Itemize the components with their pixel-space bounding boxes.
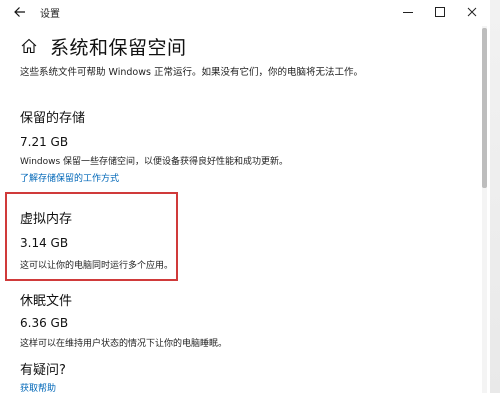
hibernation-file-desc: 这样可以在维持用户状态的情况下让你的电脑睡眠。 <box>20 339 228 349</box>
hibernation-file-title: 休眠文件 <box>20 294 73 309</box>
questions-title: 有疑问? <box>20 363 66 378</box>
reserved-storage-desc: Windows 保留一些存储空间，以便设备获得良好性能和成功更新。 <box>20 157 289 167</box>
scrollbar-thumb[interactable] <box>482 28 487 188</box>
title-bar: 设置 <box>0 0 490 24</box>
hibernation-file-size: 6.36 GB <box>20 316 69 330</box>
page-header: 系统和保留空间 <box>20 34 187 59</box>
page-title: 系统和保留空间 <box>50 36 187 59</box>
maximize-icon <box>435 7 445 17</box>
close-button[interactable] <box>456 0 488 24</box>
reserved-storage-size: 7.21 GB <box>20 135 69 149</box>
reserved-storage-link[interactable]: 了解存储保留的工作方式 <box>20 171 119 184</box>
maximize-button[interactable] <box>424 0 456 24</box>
minimize-button[interactable] <box>392 0 424 24</box>
background-window-edge <box>490 0 500 393</box>
get-help-link[interactable]: 获取帮助 <box>20 381 56 393</box>
reserved-storage-title: 保留的存储 <box>20 111 86 126</box>
settings-window: 设置 系统和保留空间 这些系统文件可帮助 Windows 正常运行。如果没有它们… <box>0 0 491 393</box>
page-description: 这些系统文件可帮助 Windows 正常运行。如果没有它们，你的电脑将无法工作。 <box>20 67 363 78</box>
home-icon[interactable] <box>20 37 38 55</box>
virtual-memory-highlight-box <box>5 192 178 281</box>
window-title: 设置 <box>40 9 60 20</box>
back-button[interactable] <box>10 2 30 22</box>
scrollbar[interactable] <box>482 26 487 393</box>
arrow-left-icon <box>14 7 25 17</box>
close-icon <box>467 7 477 17</box>
minimize-icon <box>403 11 413 13</box>
